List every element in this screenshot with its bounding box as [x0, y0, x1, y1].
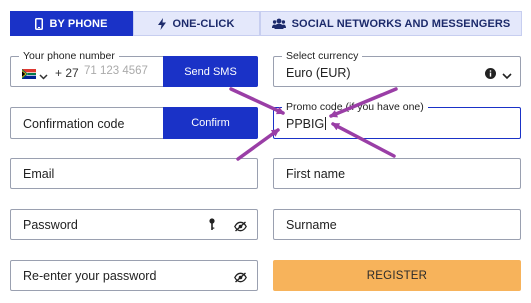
currency-select[interactable]: Select currency Euro (EUR): [273, 50, 521, 87]
promo-code-label: Promo code (if you have one): [282, 101, 428, 113]
annotation-arrows: [229, 87, 398, 161]
send-sms-button[interactable]: Send SMS: [163, 56, 258, 87]
promo-code-field[interactable]: Promo code (if you have one) PPBIG: [273, 101, 521, 139]
first-name-field[interactable]: First name: [273, 158, 521, 189]
eye-slash-icon[interactable]: [234, 219, 247, 237]
repeat-password-placeholder: Re-enter your password: [23, 269, 157, 283]
phone-input[interactable]: [84, 65, 164, 77]
first-name-placeholder: First name: [286, 167, 346, 181]
confirmation-code-field[interactable]: Confirmation code Confirm: [10, 107, 258, 139]
tab-one-click[interactable]: ONE-CLICK: [133, 11, 260, 36]
text-caret: [325, 117, 327, 130]
lightning-icon: [158, 17, 167, 30]
repeat-password-field[interactable]: Re-enter your password: [10, 260, 258, 291]
phone-icon: [35, 17, 44, 30]
promo-code-value-wrap: PPBIG: [286, 117, 327, 131]
eye-slash-icon[interactable]: [234, 270, 247, 288]
confirm-button[interactable]: Confirm: [163, 107, 258, 139]
tab-by-phone[interactable]: BY PHONE: [10, 11, 133, 36]
tab-social-networks[interactable]: SOCIAL NETWORKS AND MESSENGERS: [260, 11, 522, 36]
promo-code-value: PPBIG: [286, 117, 325, 131]
confirmation-code-placeholder: Confirmation code: [23, 117, 125, 131]
email-field[interactable]: Email: [10, 158, 258, 189]
chevron-down-icon[interactable]: [502, 67, 512, 85]
flag-south-africa-icon[interactable]: [22, 66, 36, 79]
register-button[interactable]: REGISTER: [273, 260, 521, 291]
country-code: + 27: [55, 66, 79, 80]
currency-label: Select currency: [282, 50, 363, 62]
info-icon[interactable]: [485, 66, 496, 84]
tab-label: BY PHONE: [49, 17, 108, 30]
phone-number-field: Your phone number + 27 Send SMS: [10, 50, 258, 87]
tab-label: SOCIAL NETWORKS AND MESSENGERS: [291, 17, 511, 30]
password-field[interactable]: Password: [10, 209, 258, 240]
chevron-down-icon[interactable]: [39, 67, 48, 85]
people-icon: [271, 18, 286, 29]
key-icon[interactable]: [209, 218, 215, 236]
password-placeholder: Password: [23, 218, 78, 232]
email-placeholder: Email: [23, 167, 55, 181]
registration-tabs: BY PHONE ONE-CLICK SOCIAL NETWORKS AND M…: [10, 11, 522, 36]
tab-label: ONE-CLICK: [172, 17, 235, 30]
surname-field[interactable]: Surname: [273, 209, 521, 240]
currency-value: Euro (EUR): [286, 66, 351, 80]
phone-number-label: Your phone number: [19, 50, 119, 62]
surname-placeholder: Surname: [286, 218, 337, 232]
